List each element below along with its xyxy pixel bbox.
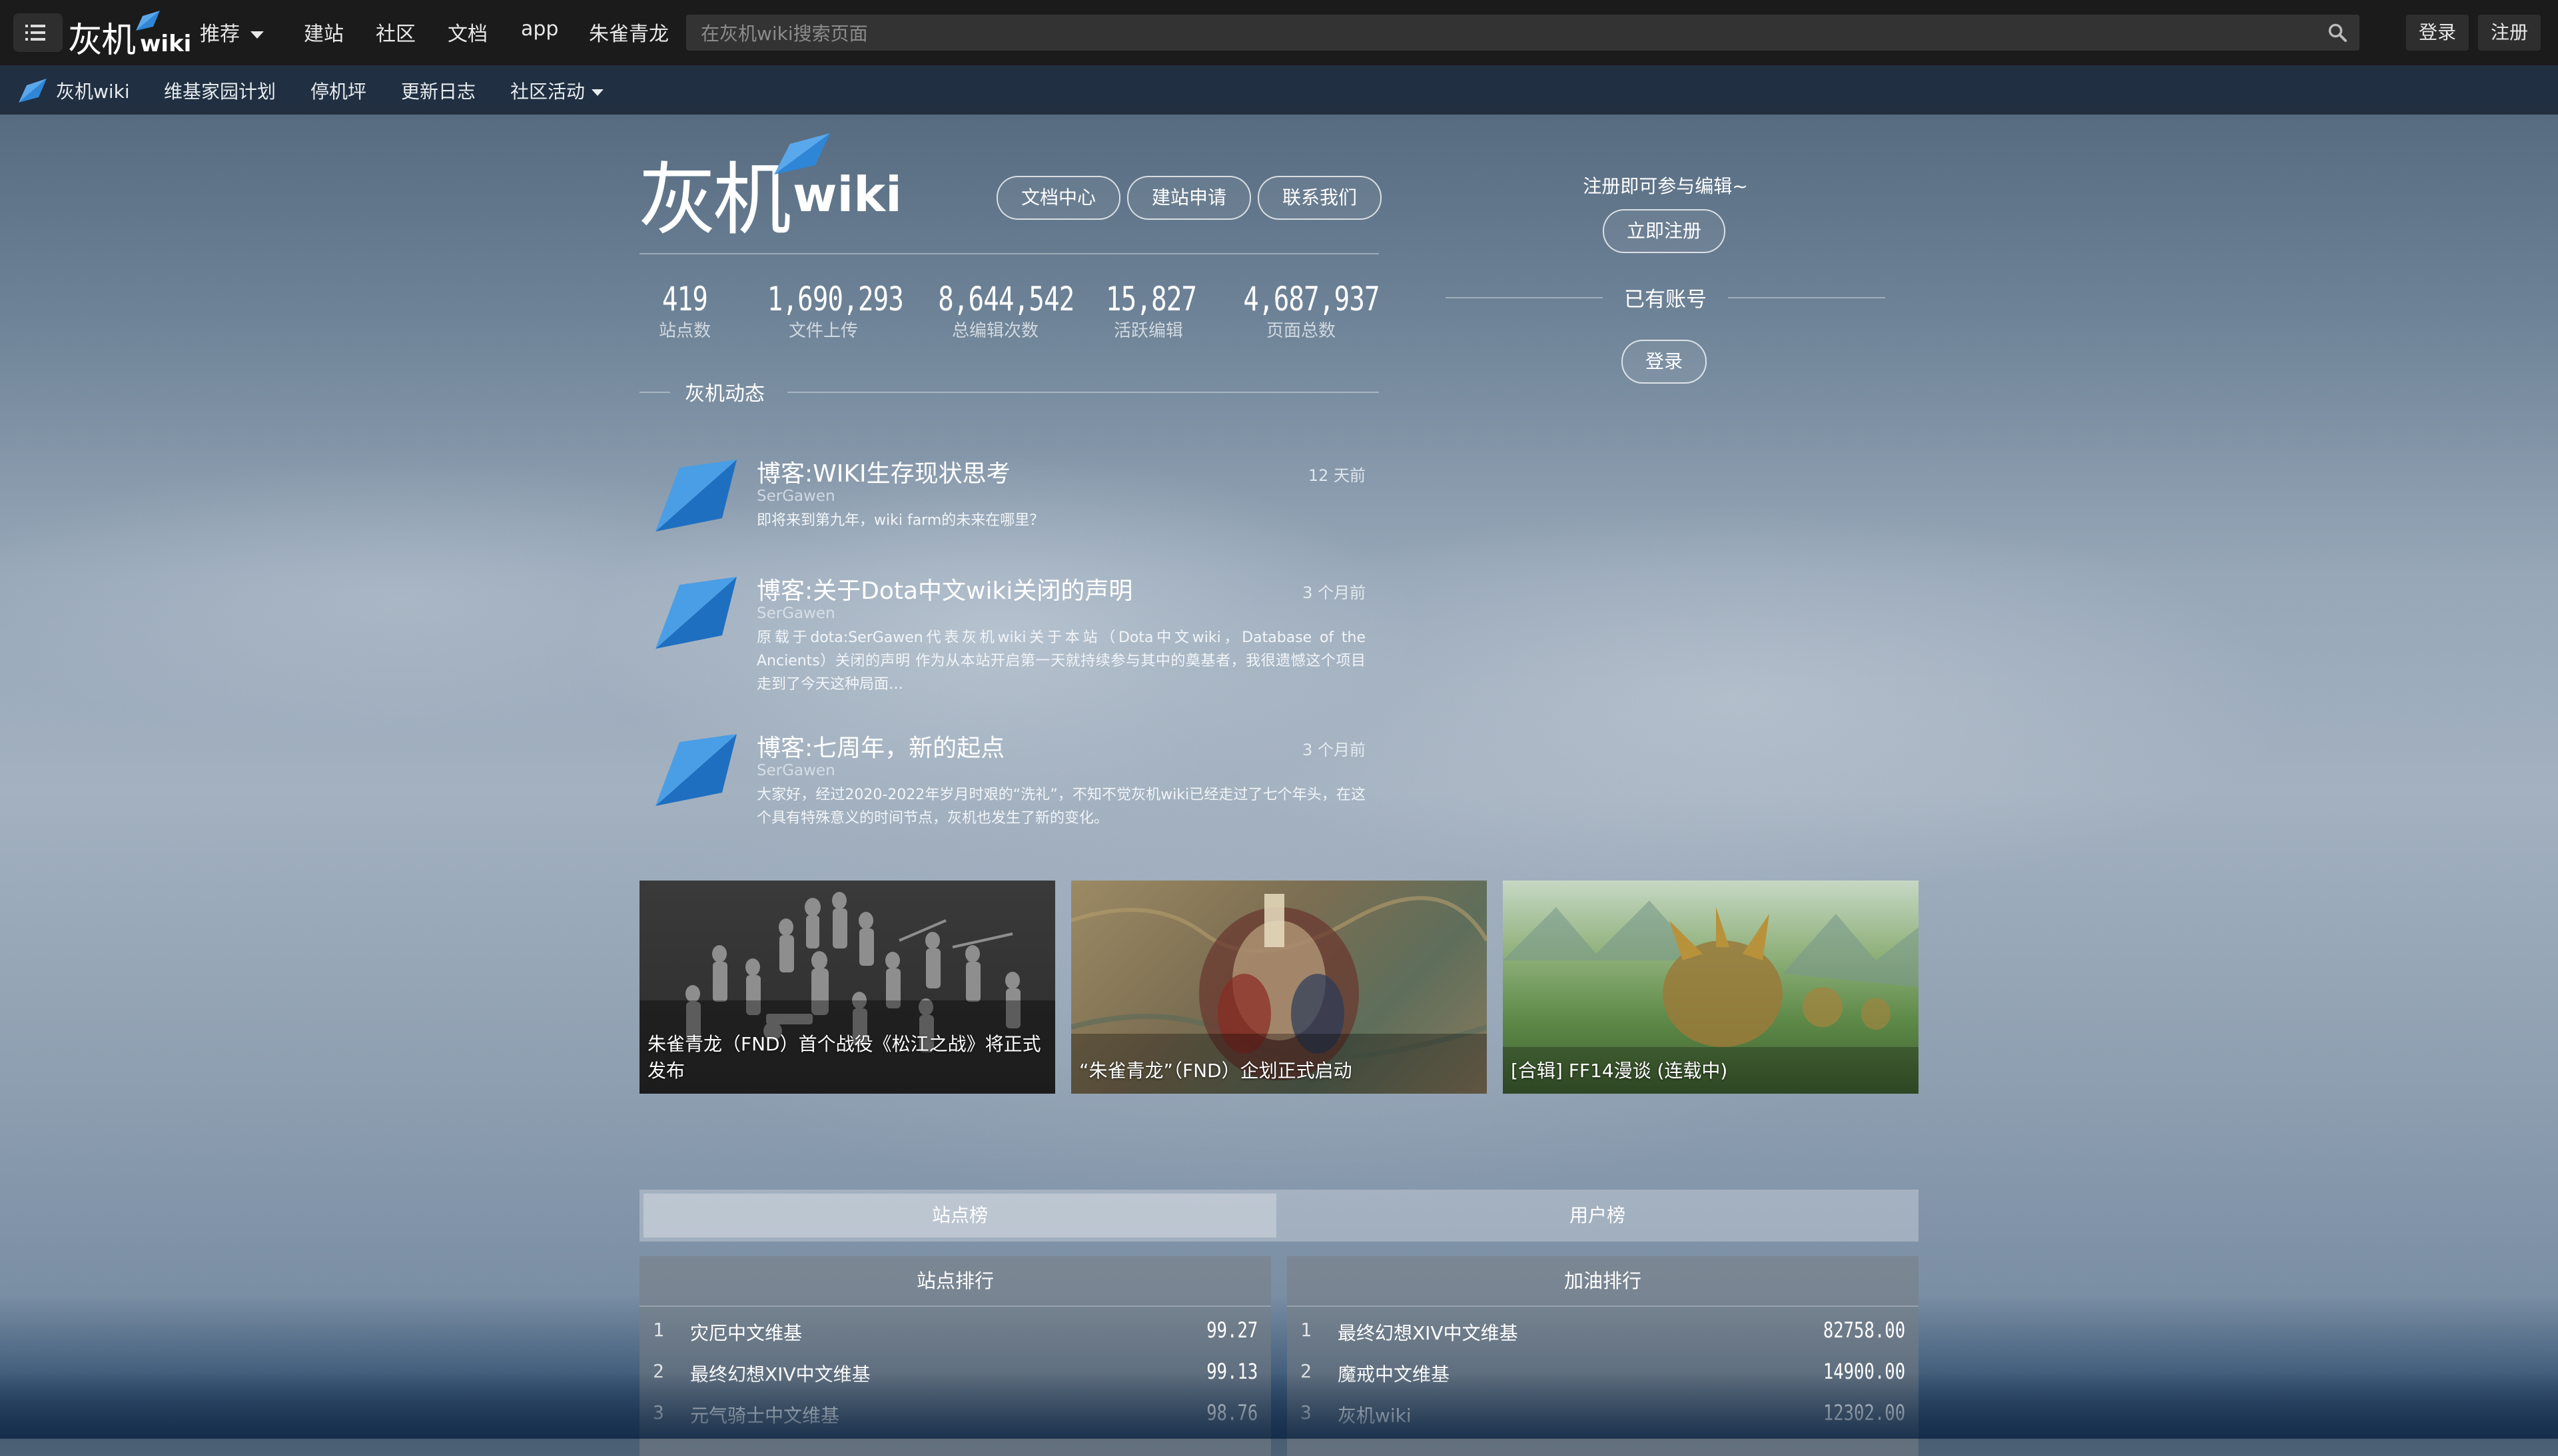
post-time: 12 天前 xyxy=(1308,466,1366,485)
search-input[interactable] xyxy=(699,20,2301,47)
post-time: 3 个月前 xyxy=(1302,741,1366,759)
hero-logo: 灰机 wiki xyxy=(638,131,902,246)
site-subnav: 灰机wiki 维基家园计划 停机坪 更新日志 社区活动 xyxy=(0,65,2558,115)
apply-site-button[interactable]: 建站申请 xyxy=(1127,176,1251,220)
nav-fnd[interactable]: 朱雀青龙 xyxy=(589,17,669,47)
panel-title: 站点排行 xyxy=(640,1256,1271,1307)
top-navbar: 灰机 wiki 推荐 建站 社区 文档 app 朱雀青龙 登录 注册 xyxy=(0,0,2558,65)
post-excerpt: 原载于dota:SerGawen代表灰机wiki关于本站（Dota中文wiki，… xyxy=(757,629,1366,693)
register-button[interactable]: 注册 xyxy=(2478,15,2541,51)
stat-uploads: 1,690,293 文件上传 xyxy=(767,280,904,341)
register-prompt: 注册即可参与编辑~ xyxy=(1583,175,1748,197)
nav-community[interactable]: 社区 xyxy=(376,17,416,47)
docs-center-button[interactable]: 文档中心 xyxy=(997,176,1120,220)
subnav-changelog[interactable]: 更新日志 xyxy=(401,77,476,104)
hero-logo-cn: 灰机 xyxy=(638,154,791,246)
search-bar xyxy=(686,15,2359,51)
ranking-row[interactable]: 1 最终幻想XIV中文维基 82758.00 xyxy=(1287,1309,1918,1351)
divider xyxy=(640,253,1379,254)
card-caption[interactable]: 朱雀青龙（FND）首个战役《松江之战》将正式发布 xyxy=(647,1031,1047,1084)
post-title[interactable]: 博客:WIKI生存现状思考 xyxy=(757,454,1011,489)
background-sea-band xyxy=(0,1372,2558,1439)
ranking-row[interactable]: 2 最终幻想XIV中文维基 99.13 xyxy=(640,1351,1271,1392)
contact-us-button[interactable]: 联系我们 xyxy=(1258,176,1382,220)
paper-plane-icon xyxy=(655,734,737,806)
paper-plane-icon xyxy=(655,577,737,649)
menu-list-icon[interactable] xyxy=(13,13,63,52)
login-button[interactable]: 登录 xyxy=(2406,15,2469,51)
chevron-down-icon xyxy=(250,31,264,39)
post-author[interactable]: SerGawen xyxy=(757,488,835,505)
post-title[interactable]: 博客:七周年，新的起点 xyxy=(757,729,1005,763)
nav-app[interactable]: app xyxy=(521,17,558,41)
post-excerpt: 即将来到第九年，wiki farm的未来在哪里？ xyxy=(757,512,1045,529)
divider xyxy=(640,392,670,393)
panel-title: 加油排行 xyxy=(1287,1256,1918,1307)
news-post[interactable]: 博客:关于Dota中文wiki关闭的声明 SerGawen 原载于dota:Se… xyxy=(653,571,1366,705)
nav-recommend[interactable]: 推荐 xyxy=(200,17,264,47)
news-post[interactable]: 博客:WIKI生存现状思考 SerGawen 即将来到第九年，wiki farm… xyxy=(653,454,1366,541)
tab-site-ranking[interactable]: 站点榜 xyxy=(643,1194,1276,1238)
subnav-community-events[interactable]: 社区活动 xyxy=(510,77,604,104)
hero-logo-en: wiki xyxy=(793,167,902,222)
post-time: 3 个月前 xyxy=(1302,583,1366,602)
account-login-button[interactable]: 登录 xyxy=(1621,340,1707,384)
logo-text-en: wiki xyxy=(140,31,192,57)
fuel-ranking-panel: 加油排行 1 最终幻想XIV中文维基 82758.00 2 魔戒中文维基 149… xyxy=(1287,1256,1918,1456)
paper-plane-icon xyxy=(655,460,737,532)
news-post[interactable]: 博客:七周年，新的起点 SerGawen 大家好，经过2020-2022年岁月时… xyxy=(653,729,1366,842)
site-ranking-panel: 站点排行 1 灾厄中文维基 99.27 2 最终幻想XIV中文维基 99.13 … xyxy=(640,1256,1271,1456)
site-logo-plane-icon xyxy=(19,79,47,103)
divider xyxy=(1728,297,1885,298)
news-section-title: 灰机动态 xyxy=(685,382,765,406)
post-author[interactable]: SerGawen xyxy=(757,762,835,779)
nav-build-site[interactable]: 建站 xyxy=(304,17,344,47)
register-now-button[interactable]: 立即注册 xyxy=(1603,209,1725,253)
ranking-tabs: 站点榜 用户榜 xyxy=(640,1190,1918,1242)
ranking-row[interactable]: 3 灰机wiki 12302.00 xyxy=(1287,1392,1918,1433)
stat-active-editors: 15,827 活跃编辑 xyxy=(1106,280,1197,341)
stat-edits: 8,644,542 总编辑次数 xyxy=(938,280,1074,341)
have-account-label: 已有账号 xyxy=(1624,288,1707,312)
logo-text-cn: 灰机 xyxy=(68,21,136,61)
chevron-down-icon xyxy=(592,89,604,96)
ranking-row[interactable]: 2 魔戒中文维基 14900.00 xyxy=(1287,1351,1918,1392)
subnav-apron[interactable]: 停机坪 xyxy=(310,77,366,104)
post-excerpt: 大家好，经过2020-2022年岁月时艰的“洗礼”，不知不觉灰机wiki已经走过… xyxy=(757,787,1366,827)
card-caption[interactable]: “朱雀青龙”（FND）企划正式启动 xyxy=(1079,1058,1479,1084)
post-title[interactable]: 博客:关于Dota中文wiki关闭的声明 xyxy=(757,571,1132,606)
card-caption[interactable]: [合辑] FF14漫谈 (连载中) xyxy=(1511,1058,1911,1084)
subnav-wiki-home-plan[interactable]: 维基家园计划 xyxy=(164,77,276,104)
ranking-row[interactable]: 1 灾厄中文维基 99.27 xyxy=(640,1309,1271,1351)
feature-card[interactable]: 朱雀青龙（FND）首个战役《松江之战》将正式发布 xyxy=(640,881,1055,1094)
post-author[interactable]: SerGawen xyxy=(757,605,835,622)
paper-plane-icon xyxy=(136,11,160,31)
divider xyxy=(1446,297,1603,298)
nav-docs[interactable]: 文档 xyxy=(448,17,488,47)
search-icon[interactable] xyxy=(2328,23,2347,43)
ranking-row[interactable]: 3 元气骑士中文维基 98.76 xyxy=(640,1392,1271,1433)
tab-user-ranking[interactable]: 用户榜 xyxy=(1280,1194,1915,1238)
subnav-site-home[interactable]: 灰机wiki xyxy=(56,77,130,104)
stat-pages: 4,687,937 页面总数 xyxy=(1243,280,1380,341)
feature-card[interactable]: “朱雀青龙”（FND）企划正式启动 xyxy=(1071,881,1487,1094)
divider xyxy=(787,392,1379,393)
site-logo[interactable]: 灰机 wiki xyxy=(68,8,191,61)
stat-sites: 419 站点数 xyxy=(658,280,711,341)
feature-card[interactable]: [合辑] FF14漫谈 (连载中) xyxy=(1503,881,1918,1094)
